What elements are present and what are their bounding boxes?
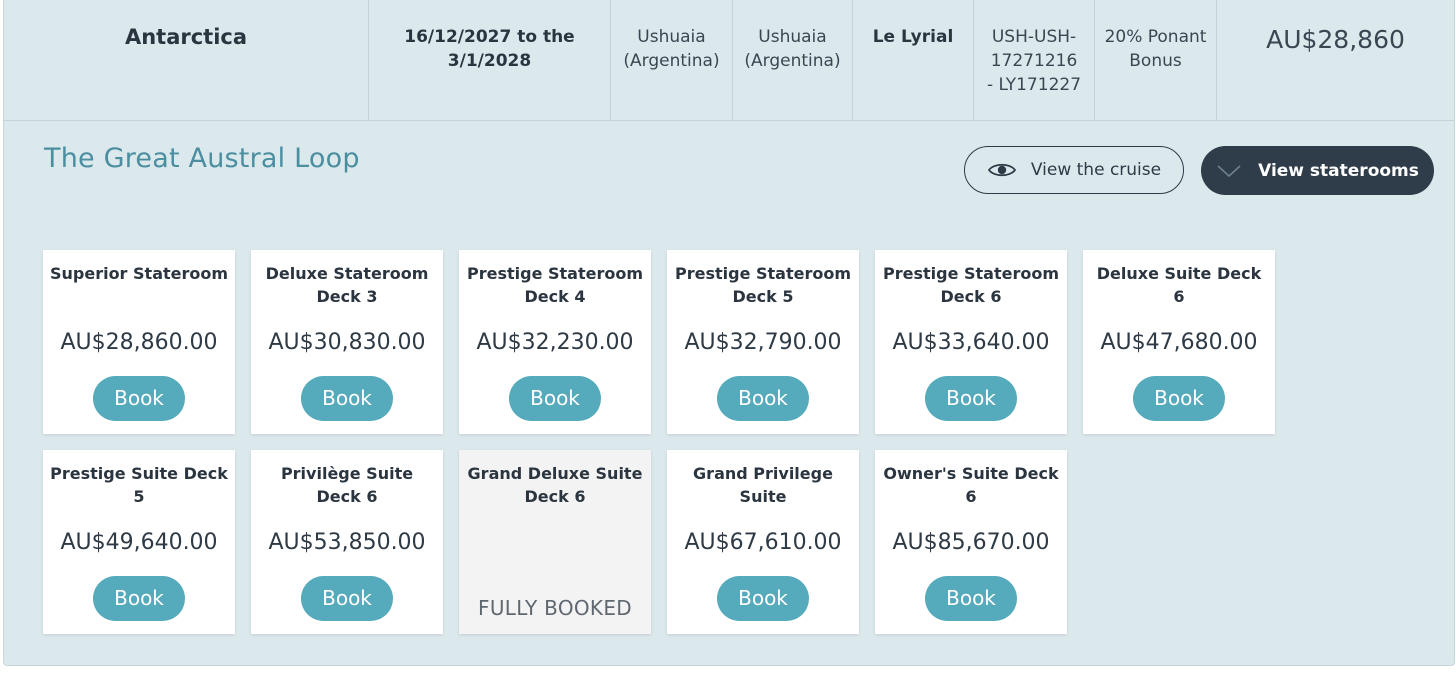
book-button[interactable]: Book xyxy=(93,376,185,421)
stateroom-card-fully-booked: Grand Deluxe Suite Deck 6 FULLY BOOKED xyxy=(459,450,651,634)
cruise-title: The Great Austral Loop xyxy=(44,143,360,174)
stateroom-name: Prestige Stateroom Deck 6 xyxy=(882,264,1059,306)
cruise-result-panel: Antarctica 16/12/2027 to the 3/1/2028 Us… xyxy=(3,0,1455,666)
book-button[interactable]: Book xyxy=(93,576,185,621)
book-button[interactable]: Book xyxy=(717,576,809,621)
stateroom-price: AU$47,680.00 xyxy=(1100,330,1258,355)
stateroom-price: AU$30,830.00 xyxy=(268,330,426,355)
offer-badge: 20% Ponant Bonus xyxy=(1094,0,1216,120)
stateroom-card: Deluxe Stateroom Deck 3 AU$30,830.00 Boo… xyxy=(251,250,443,434)
book-button[interactable]: Book xyxy=(509,376,601,421)
stateroom-card: Owner's Suite Deck 6 AU$85,670.00 Book xyxy=(875,450,1067,634)
stateroom-price: AU$28,860.00 xyxy=(60,330,218,355)
starting-price: AU$28,860 xyxy=(1216,0,1454,120)
stateroom-price: AU$53,850.00 xyxy=(268,530,426,555)
stateroom-name: Deluxe Stateroom Deck 3 xyxy=(265,264,429,306)
view-cruise-label: View the cruise xyxy=(1030,160,1162,180)
stateroom-card: Prestige Stateroom Deck 5 AU$32,790.00 B… xyxy=(667,250,859,434)
book-button[interactable]: Book xyxy=(925,576,1017,621)
stateroom-grid: Superior Stateroom AU$28,860.00 Book Del… xyxy=(43,250,1283,634)
cruise-summary-row: Antarctica 16/12/2027 to the 3/1/2028 Us… xyxy=(4,0,1454,121)
stateroom-price: AU$49,640.00 xyxy=(60,530,218,555)
stateroom-name: Grand Privilege Suite xyxy=(693,464,833,506)
stateroom-price: AU$67,610.00 xyxy=(684,530,842,555)
view-staterooms-button[interactable]: View staterooms xyxy=(1201,146,1434,195)
stateroom-card: Prestige Stateroom Deck 4 AU$32,230.00 B… xyxy=(459,250,651,434)
stateroom-name: Superior Stateroom xyxy=(49,264,229,283)
eye-icon xyxy=(987,163,1016,177)
stateroom-card: Deluxe Suite Deck 6 AU$47,680.00 Book xyxy=(1083,250,1275,434)
stateroom-name: Prestige Suite Deck 5 xyxy=(50,464,228,506)
stateroom-name: Privilège Suite Deck 6 xyxy=(280,464,414,506)
stateroom-name: Owner's Suite Deck 6 xyxy=(883,464,1059,506)
stateroom-name: Grand Deluxe Suite Deck 6 xyxy=(467,464,643,506)
departure-port: Ushuaia (Argentina) xyxy=(610,0,732,120)
view-staterooms-label: View staterooms xyxy=(1258,160,1419,181)
stateroom-name: Deluxe Suite Deck 6 xyxy=(1096,264,1262,306)
cruise-code: USH-USH-17271216 - LY171227 xyxy=(973,0,1094,120)
book-button[interactable]: Book xyxy=(1133,376,1225,421)
destination: Antarctica xyxy=(124,25,248,49)
stateroom-card: Superior Stateroom AU$28,860.00 Book xyxy=(43,250,235,434)
ship-name: Le Lyrial xyxy=(852,0,973,120)
stateroom-card: Grand Privilege Suite AU$67,610.00 Book xyxy=(667,450,859,634)
stateroom-price: AU$85,670.00 xyxy=(892,530,1050,555)
chevron-down-icon xyxy=(1217,164,1241,177)
stateroom-card: Prestige Suite Deck 5 AU$49,640.00 Book xyxy=(43,450,235,634)
book-button[interactable]: Book xyxy=(717,376,809,421)
stateroom-name: Prestige Stateroom Deck 4 xyxy=(466,264,643,306)
view-cruise-button[interactable]: View the cruise xyxy=(964,146,1184,194)
stateroom-price: AU$33,640.00 xyxy=(892,330,1050,355)
stateroom-card: Privilège Suite Deck 6 AU$53,850.00 Book xyxy=(251,450,443,634)
stateroom-name: Prestige Stateroom Deck 5 xyxy=(674,264,851,306)
stateroom-price: AU$32,790.00 xyxy=(684,330,842,355)
book-button[interactable]: Book xyxy=(925,376,1017,421)
book-button[interactable]: Book xyxy=(301,576,393,621)
fully-booked-label: FULLY BOOKED xyxy=(478,596,632,620)
cruise-dates: 16/12/2027 to the 3/1/2028 xyxy=(368,0,610,120)
stateroom-price: AU$32,230.00 xyxy=(476,330,634,355)
arrival-port: Ushuaia (Argentina) xyxy=(732,0,852,120)
book-button[interactable]: Book xyxy=(301,376,393,421)
stateroom-card: Prestige Stateroom Deck 6 AU$33,640.00 B… xyxy=(875,250,1067,434)
